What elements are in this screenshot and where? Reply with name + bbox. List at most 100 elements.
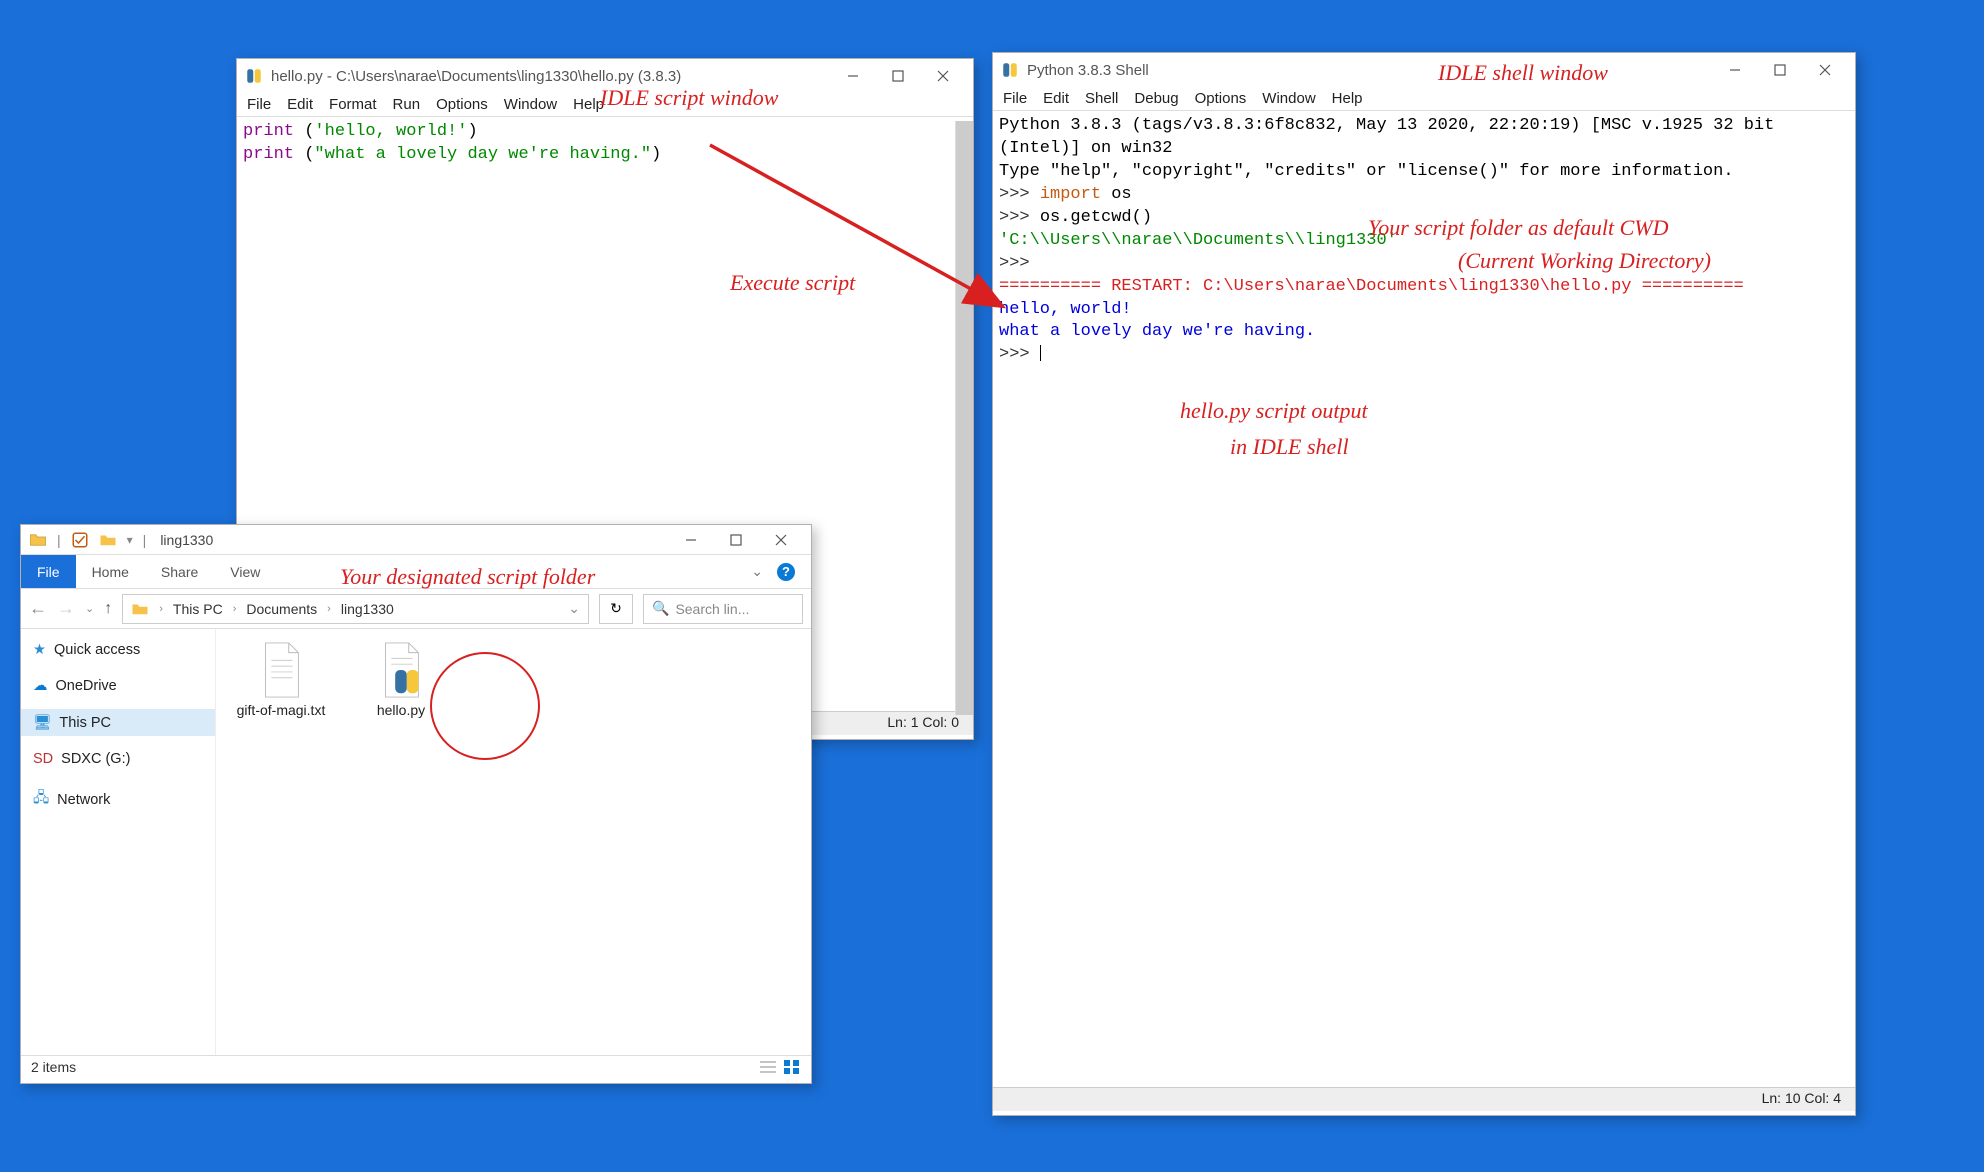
tab-file[interactable]: File bbox=[21, 555, 76, 588]
menu-edit[interactable]: Edit bbox=[287, 96, 313, 113]
annotation-execute: Execute script bbox=[730, 270, 855, 296]
prompt: >>> bbox=[999, 345, 1040, 364]
shell-banner: Type "help", "copyright", "credits" or "… bbox=[999, 162, 1734, 181]
menu-debug[interactable]: Debug bbox=[1134, 90, 1178, 107]
breadcrumb-item[interactable]: This PC bbox=[173, 601, 223, 617]
explorer-title: ling1330 bbox=[160, 532, 213, 548]
nav-sdxc[interactable]: SDSDXC (G:) bbox=[21, 746, 215, 772]
code-token: ( bbox=[304, 145, 314, 164]
script-output: hello, world! bbox=[999, 300, 1132, 319]
shell-titlebar[interactable]: Python 3.8.3 Shell bbox=[993, 53, 1855, 87]
menu-options[interactable]: Options bbox=[1195, 90, 1247, 107]
tab-home[interactable]: Home bbox=[76, 555, 145, 588]
details-view-icon[interactable] bbox=[759, 1059, 777, 1075]
menu-window[interactable]: Window bbox=[504, 96, 557, 113]
shell-menubar: File Edit Shell Debug Options Window Hel… bbox=[993, 87, 1855, 111]
nav-onedrive[interactable]: ☁ OneDrive bbox=[21, 673, 215, 699]
script-title: hello.py - C:\Users\narae\Documents\ling… bbox=[271, 68, 822, 85]
prompt: >>> bbox=[999, 185, 1040, 204]
search-icon: 🔍 bbox=[652, 600, 669, 617]
nav-quick-access[interactable]: ★Quick access bbox=[21, 637, 215, 663]
menu-edit[interactable]: Edit bbox=[1043, 90, 1069, 107]
menu-file[interactable]: File bbox=[247, 96, 271, 113]
maximize-button[interactable] bbox=[1757, 54, 1802, 86]
minimize-button[interactable] bbox=[668, 524, 713, 556]
forward-button[interactable]: → bbox=[57, 598, 75, 619]
cloud-icon: ☁ bbox=[33, 678, 48, 694]
python-file-icon bbox=[377, 641, 425, 699]
breadcrumb-item[interactable]: ling1330 bbox=[341, 601, 394, 617]
nav-network[interactable]: 🖧Network bbox=[21, 782, 215, 817]
output-cwd: 'C:\\Users\\narae\\Documents\\ling1330' bbox=[999, 231, 1397, 250]
annotation-shell-window: IDLE shell window bbox=[1438, 60, 1608, 86]
up-button[interactable]: ↑ bbox=[104, 600, 112, 618]
prompt: >>> bbox=[999, 254, 1040, 273]
annotation-script-window: IDLE script window bbox=[600, 85, 778, 111]
folder-icon bbox=[131, 600, 149, 618]
file-item-txt[interactable]: gift-of-magi.txt bbox=[236, 641, 326, 718]
code-token: ) bbox=[467, 122, 477, 141]
status-text: Ln: 10 Col: 4 bbox=[1762, 1090, 1841, 1106]
menu-window[interactable]: Window bbox=[1262, 90, 1315, 107]
chevron-right-icon[interactable]: › bbox=[233, 603, 237, 615]
breadcrumb-item[interactable]: Documents bbox=[246, 601, 317, 617]
folder-small-icon[interactable] bbox=[99, 531, 117, 549]
chevron-down-icon[interactable]: ⌄ bbox=[751, 563, 763, 580]
annotation-folder: Your designated script folder bbox=[340, 564, 595, 590]
menu-options[interactable]: Options bbox=[436, 96, 488, 113]
tab-share[interactable]: Share bbox=[145, 555, 214, 588]
refresh-button[interactable]: ↻ bbox=[599, 594, 633, 624]
explorer-qat: | ▾ | ling1330 bbox=[21, 525, 811, 555]
menu-help[interactable]: Help bbox=[1332, 90, 1363, 107]
icons-view-icon[interactable] bbox=[783, 1059, 801, 1075]
chevron-down-icon[interactable]: ▾ bbox=[127, 533, 133, 547]
pc-icon: 🖥 bbox=[33, 714, 51, 731]
close-button[interactable] bbox=[1802, 54, 1847, 86]
minimize-button[interactable] bbox=[1712, 54, 1757, 86]
tab-view[interactable]: View bbox=[214, 555, 276, 588]
chevron-right-icon[interactable]: › bbox=[327, 603, 331, 615]
network-icon: 🖧 bbox=[33, 787, 49, 812]
chevron-down-icon[interactable]: ⌄ bbox=[568, 600, 580, 617]
close-button[interactable] bbox=[920, 60, 965, 92]
status-count: 2 items bbox=[31, 1059, 76, 1080]
search-input[interactable]: 🔍 Search lin... bbox=[643, 594, 803, 624]
search-placeholder: Search lin... bbox=[675, 601, 749, 617]
code-token: 'hello, world!' bbox=[314, 122, 467, 141]
code-token: ( bbox=[304, 122, 314, 141]
code-token: print bbox=[243, 122, 304, 141]
back-button[interactable]: ← bbox=[29, 598, 47, 619]
menu-format[interactable]: Format bbox=[329, 96, 377, 113]
scrollbar[interactable] bbox=[955, 121, 973, 715]
recent-dropdown[interactable]: ⌄ bbox=[85, 602, 94, 615]
nav-label: OneDrive bbox=[56, 678, 117, 694]
checkbox-icon[interactable] bbox=[71, 531, 89, 549]
code-token: os bbox=[1101, 185, 1132, 204]
shell-output-area[interactable]: Python 3.8.3 (tags/v3.8.3:6f8c832, May 1… bbox=[993, 111, 1855, 1087]
shell-banner: Python 3.8.3 (tags/v3.8.3:6f8c832, May 1… bbox=[999, 115, 1829, 161]
view-switcher[interactable] bbox=[759, 1059, 801, 1080]
explorer-window: | ▾ | ling1330 File Home Share View ⌄ ? … bbox=[20, 524, 812, 1084]
idle-shell-window: Python 3.8.3 Shell File Edit Shell Debug… bbox=[992, 52, 1856, 1116]
help-icon[interactable]: ? bbox=[777, 563, 795, 581]
maximize-button[interactable] bbox=[875, 60, 920, 92]
breadcrumb[interactable]: › This PC › Documents › ling1330 ⌄ bbox=[122, 594, 589, 624]
minimize-button[interactable] bbox=[830, 60, 875, 92]
menu-shell[interactable]: Shell bbox=[1085, 90, 1118, 107]
maximize-button[interactable] bbox=[713, 524, 758, 556]
annotation-cwd2: (Current Working Directory) bbox=[1458, 248, 1711, 274]
chevron-right-icon[interactable]: › bbox=[159, 603, 163, 615]
menu-run[interactable]: Run bbox=[393, 96, 421, 113]
shell-statusbar: Ln: 10 Col: 4 bbox=[993, 1087, 1855, 1111]
python-icon bbox=[245, 67, 263, 85]
close-button[interactable] bbox=[758, 524, 803, 556]
explorer-navpane: ★Quick access ☁ OneDrive 🖥This PC SDSDXC … bbox=[21, 629, 216, 1055]
star-icon: ★ bbox=[33, 642, 46, 658]
text-cursor bbox=[1040, 345, 1041, 361]
explorer-navrow: ← → ⌄ ↑ › This PC › Documents › ling1330… bbox=[21, 589, 811, 629]
nav-this-pc[interactable]: 🖥This PC bbox=[21, 709, 215, 736]
code-token: os.getcwd() bbox=[1040, 208, 1152, 227]
annotation-circle bbox=[430, 652, 540, 760]
menu-file[interactable]: File bbox=[1003, 90, 1027, 107]
annotation-output2: in IDLE shell bbox=[1230, 434, 1349, 460]
